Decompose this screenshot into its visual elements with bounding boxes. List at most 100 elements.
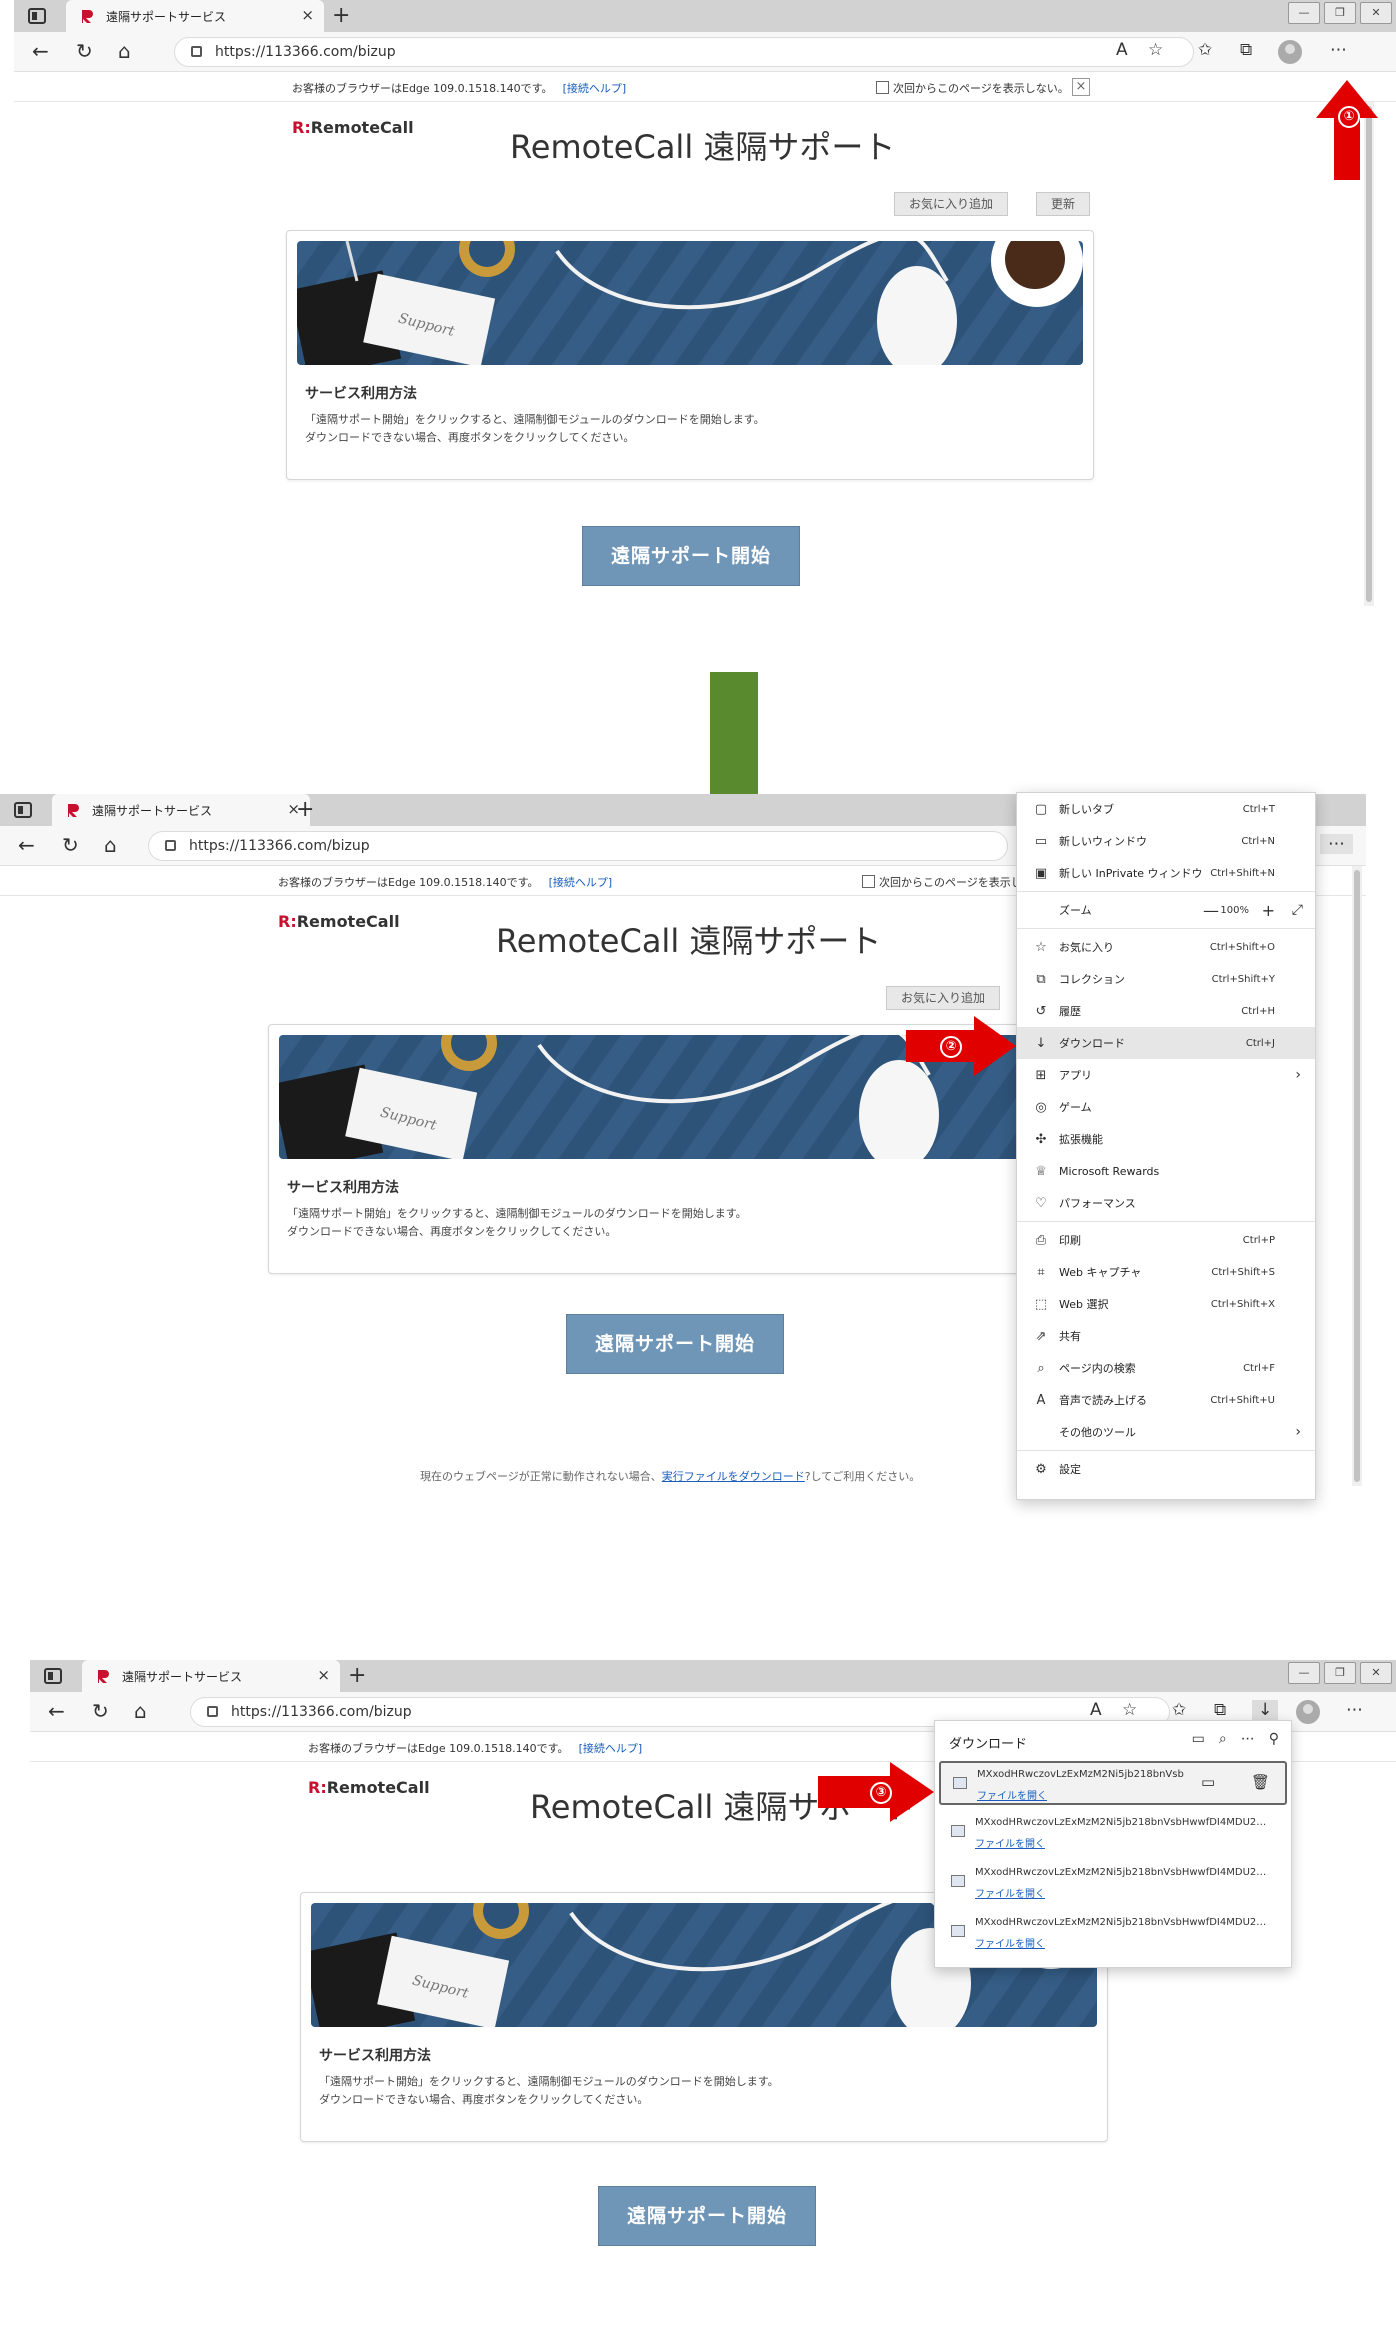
menu-item-zoom[interactable]: ズーム —100% + ⤢	[1017, 894, 1315, 926]
menu-item-history[interactable]: ↺ 履歴 Ctrl+H	[1017, 995, 1315, 1027]
menu-item-print[interactable]: ⎙ 印刷 Ctrl+P	[1017, 1224, 1315, 1256]
menu-item-new-tab[interactable]: ▢ 新しいタブ Ctrl+T	[1017, 793, 1315, 825]
menu-item-performance[interactable]: ♡ パフォーマンス	[1017, 1187, 1315, 1219]
menu-item-web-select[interactable]: ⬚ Web 選択 Ctrl+Shift+X	[1017, 1288, 1315, 1320]
add-favorite-button[interactable]: お気に入り追加	[894, 192, 1009, 216]
menu-item-extensions[interactable]: ✣ 拡張機能	[1017, 1123, 1315, 1155]
open-file-link[interactable]: ファイルを開く	[975, 1885, 1045, 1900]
downloads-icon[interactable]: ↓	[1252, 1700, 1279, 1720]
delete-icon[interactable]: 🗑	[1251, 1773, 1270, 1791]
downloads-panel: ダウンロード ▭ ⌕ ⋯ ⚲ MXxodHRwczovLzExMzM2Ni5jb…	[934, 1720, 1292, 1968]
help-link[interactable]: [接続ヘルプ]	[549, 876, 613, 889]
read-aloud-icon[interactable]: A	[1090, 1700, 1102, 1720]
open-file-link[interactable]: ファイルを開く	[975, 1835, 1045, 1850]
menu-item-find[interactable]: ⌕ ページ内の検索 Ctrl+F	[1017, 1352, 1315, 1384]
menu-item-web-capture[interactable]: ⌗ Web キャプチャ Ctrl+Shift+S	[1017, 1256, 1315, 1288]
download-item[interactable]: MXxodHRwczovLzExMzM2Ni5jb218bnVsb ファイルを開…	[939, 1761, 1287, 1805]
menu-item-read-aloud[interactable]: A 音声で読み上げる Ctrl+Shift+U	[1017, 1384, 1315, 1416]
menu-item-settings[interactable]: ⚙ 設定	[1017, 1453, 1315, 1485]
minimize-button[interactable]: —	[1288, 2, 1320, 24]
dont-show-checkbox[interactable]: 次回からこのページを表示しない。	[876, 80, 1069, 96]
profile-icon[interactable]	[1296, 1700, 1320, 1724]
minimize-button[interactable]: —	[1288, 1662, 1320, 1684]
add-favorite-icon[interactable]: ☆	[1148, 40, 1163, 60]
browser-version-text: お客様のブラウザーはEdge 109.0.1518.140です。	[292, 82, 553, 95]
pin-icon[interactable]: ⚲	[1269, 1731, 1279, 1747]
tab-remote-support[interactable]: 遠隔サポートサービス ×	[82, 1660, 340, 1692]
close-window-button[interactable]: ✕	[1360, 2, 1392, 24]
url-field[interactable]: https://113366.com/bizup	[174, 37, 1194, 67]
tab-actions-icon[interactable]	[28, 8, 46, 24]
menu-item-download[interactable]: ↓ ダウンロード Ctrl+J	[1017, 1027, 1315, 1059]
page-scrollbar[interactable]	[1352, 866, 1362, 1486]
more-options-icon[interactable]: ⋯	[1241, 1731, 1255, 1747]
more-icon[interactable]: ⋯	[1330, 40, 1347, 60]
open-folder-icon[interactable]: ▭	[1192, 1731, 1205, 1747]
new-tab-button[interactable]: +	[332, 3, 350, 28]
url-field[interactable]: https://113366.com/bizup	[148, 831, 1008, 861]
back-icon[interactable]: ←	[32, 39, 49, 63]
refresh-button[interactable]: 更新	[1036, 192, 1091, 216]
menu-item-games[interactable]: ◎ ゲーム	[1017, 1091, 1315, 1123]
add-favorite-button[interactable]: お気に入り追加	[886, 986, 1001, 1010]
home-icon[interactable]: ⌂	[134, 1699, 147, 1723]
more-icon[interactable]: ⋯	[1320, 834, 1353, 854]
menu-item-collections[interactable]: ⧉ コレクション Ctrl+Shift+Y	[1017, 963, 1315, 995]
new-tab-button[interactable]: +	[348, 1663, 366, 1688]
restore-button[interactable]: ❐	[1324, 2, 1356, 24]
download-executable-link[interactable]: 実行ファイルをダウンロード	[662, 1470, 805, 1483]
menu-item-label: ダウンロード	[1059, 1037, 1125, 1050]
browser-version-text: お客様のブラウザーはEdge 109.0.1518.140です。	[308, 1742, 569, 1755]
start-remote-support-button[interactable]: 遠隔サポート開始	[598, 2186, 816, 2246]
menu-item-inprivate[interactable]: ▣ 新しい InPrivate ウィンドウ Ctrl+Shift+N	[1017, 857, 1315, 889]
tab-close-icon[interactable]: ×	[317, 1666, 330, 1684]
instruction-line-2: ダウンロードできない場合、再度ボタンをクリックしてください。	[305, 431, 635, 444]
infobar-close-button[interactable]: ×	[1072, 78, 1090, 96]
collections-icon[interactable]: ⧉	[1240, 40, 1252, 60]
download-item[interactable]: MXxodHRwczovLzExMzM2Ni5jb218bnVsbHwwfDI4…	[939, 1811, 1287, 1855]
search-icon[interactable]: ⌕	[1219, 1731, 1227, 1747]
favorites-icon[interactable]: ✩	[1198, 40, 1212, 60]
refresh-icon[interactable]: ↻	[62, 833, 79, 857]
refresh-icon[interactable]: ↻	[76, 39, 93, 63]
download-filename: MXxodHRwczovLzExMzM2Ni5jb218bnVsbHwwfDI4…	[975, 1867, 1267, 1878]
read-aloud-icon[interactable]: A	[1116, 40, 1128, 60]
favorites-icon[interactable]: ✩	[1172, 1700, 1186, 1720]
fullscreen-icon[interactable]: ⤢	[1292, 902, 1303, 918]
more-icon[interactable]: ⋯	[1346, 1700, 1363, 1720]
menu-item-apps[interactable]: ⊞ アプリ ›	[1017, 1059, 1315, 1091]
tab-actions-icon[interactable]	[14, 802, 32, 818]
start-remote-support-button[interactable]: 遠隔サポート開始	[582, 526, 800, 586]
tab-actions-icon[interactable]	[44, 1668, 62, 1684]
open-file-link[interactable]: ファイルを開く	[977, 1787, 1047, 1802]
menu-item-rewards[interactable]: ♕ Microsoft Rewards	[1017, 1155, 1315, 1187]
zoom-out-button[interactable]: —	[1203, 901, 1219, 920]
tab-remote-support[interactable]: 遠隔サポートサービス ×	[52, 794, 310, 826]
home-icon[interactable]: ⌂	[118, 39, 131, 63]
new-tab-button[interactable]: +	[296, 797, 314, 822]
close-window-button[interactable]: ✕	[1360, 1662, 1392, 1684]
add-favorite-icon[interactable]: ☆	[1122, 1700, 1137, 1720]
show-in-folder-icon[interactable]: ▭	[1201, 1773, 1215, 1791]
home-icon[interactable]: ⌂	[104, 833, 117, 857]
profile-icon[interactable]	[1278, 40, 1302, 64]
download-item[interactable]: MXxodHRwczovLzExMzM2Ni5jb218bnVsbHwwfDI4…	[939, 1861, 1287, 1905]
help-link[interactable]: [接続ヘルプ]	[563, 82, 627, 95]
menu-item-label: 共有	[1059, 1330, 1081, 1343]
download-item[interactable]: MXxodHRwczovLzExMzM2Ni5jb218bnVsbHwwfDI4…	[939, 1911, 1287, 1955]
menu-item-new-window[interactable]: ▭ 新しいウィンドウ Ctrl+N	[1017, 825, 1315, 857]
tab-remote-support[interactable]: 遠隔サポートサービス ×	[66, 0, 324, 32]
menu-item-share[interactable]: ⇗ 共有	[1017, 1320, 1315, 1352]
zoom-in-button[interactable]: +	[1262, 901, 1275, 920]
start-remote-support-button[interactable]: 遠隔サポート開始	[566, 1314, 784, 1374]
restore-button[interactable]: ❐	[1324, 1662, 1356, 1684]
menu-item-favorites[interactable]: ☆ お気に入り Ctrl+Shift+O	[1017, 931, 1315, 963]
open-file-link[interactable]: ファイルを開く	[975, 1935, 1045, 1950]
back-icon[interactable]: ←	[48, 1699, 65, 1723]
back-icon[interactable]: ←	[18, 833, 35, 857]
refresh-icon[interactable]: ↻	[92, 1699, 109, 1723]
menu-item-more-tools[interactable]: その他のツール ›	[1017, 1416, 1315, 1448]
collections-icon[interactable]: ⧉	[1214, 1700, 1226, 1720]
help-link[interactable]: [接続ヘルプ]	[579, 1742, 643, 1755]
tab-close-icon[interactable]: ×	[301, 6, 314, 24]
